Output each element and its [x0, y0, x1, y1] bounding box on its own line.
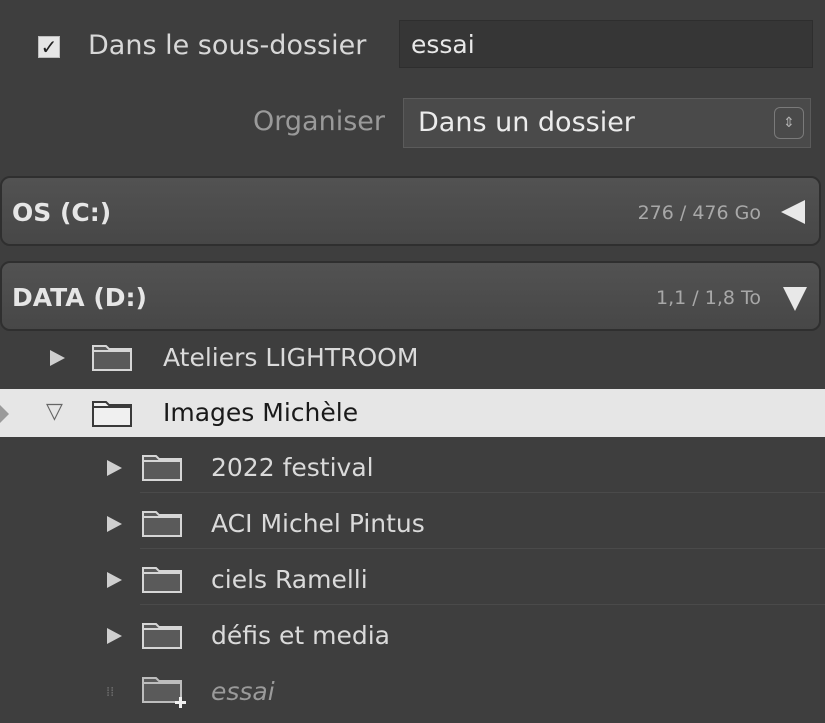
selection-marker	[0, 405, 9, 423]
folder-label: Ateliers LIGHTROOM	[163, 343, 419, 372]
folder-icon	[142, 621, 182, 649]
folder-row[interactable]: ciels Ramelli	[0, 555, 825, 605]
updown-arrows-icon: ⇕	[774, 107, 804, 139]
folder-label: ciels Ramelli	[211, 565, 368, 594]
volume-data[interactable]: DATA (D:) 1,1 / 1,8 To	[0, 261, 821, 331]
folder-row-selected[interactable]: ▽ Images Michèle	[0, 389, 825, 437]
folder-icon	[142, 509, 182, 537]
folder-label: défis et media	[211, 621, 390, 650]
folder-label: essai	[211, 677, 275, 706]
organise-label: Organiser	[253, 106, 385, 137]
organise-select-value: Dans un dossier	[418, 107, 635, 138]
volume-name: OS (C:)	[12, 198, 112, 227]
folder-row[interactable]: défis et media	[0, 611, 825, 661]
subfolder-input[interactable]: essai	[399, 20, 813, 68]
folder-icon	[142, 453, 182, 481]
folder-label: Images Michèle	[163, 398, 359, 427]
folder-row[interactable]: Ateliers LIGHTROOM	[0, 333, 825, 383]
triangle-right-icon[interactable]	[50, 350, 65, 366]
folder-row[interactable]: ACI Michel Pintus	[0, 499, 825, 549]
subfolder-checkbox[interactable]: ✓	[38, 36, 60, 58]
volume-name: DATA (D:)	[12, 283, 147, 312]
export-options: ✓ Dans le sous-dossier essai	[0, 0, 825, 90]
folder-plus-icon	[142, 675, 190, 709]
volume-size: 1,1 / 1,8 To	[656, 287, 761, 309]
subfolder-label: Dans le sous-dossier	[88, 30, 367, 61]
folder-icon	[142, 565, 182, 593]
triangle-right-icon[interactable]	[107, 460, 122, 476]
folder-row[interactable]: 2022 festival	[0, 443, 825, 493]
folder-label: ACI Michel Pintus	[211, 509, 425, 538]
folder-icon	[92, 343, 132, 371]
triangle-right-icon[interactable]	[107, 572, 122, 588]
triangle-right-icon[interactable]	[107, 516, 122, 532]
folder-row-new[interactable]: ⁞⁞ essai	[0, 667, 825, 717]
triangle-left-icon[interactable]	[781, 200, 805, 224]
volume-size: 276 / 476 Go	[637, 202, 761, 224]
checkmark-icon: ✓	[40, 35, 58, 59]
folder-icon	[92, 399, 132, 427]
volume-os[interactable]: OS (C:) 276 / 476 Go	[0, 176, 821, 246]
folder-label: 2022 festival	[211, 453, 374, 482]
organise-select[interactable]: Dans un dossier ⇕	[403, 98, 811, 148]
triangle-right-icon[interactable]	[107, 628, 122, 644]
grip-icon: ⁞⁞	[106, 685, 115, 700]
triangle-down-icon[interactable]: ▽	[46, 401, 63, 423]
triangle-down-icon[interactable]	[783, 287, 807, 311]
